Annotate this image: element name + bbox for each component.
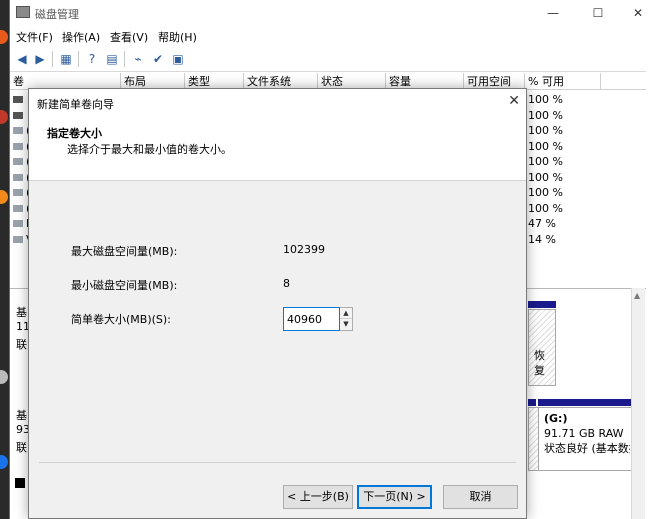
check-icon[interactable]: ✔: [150, 51, 166, 67]
max-size-label: 最大磁盘空间量(MB):: [71, 245, 178, 258]
volume-percent-free: 100 %: [528, 93, 563, 106]
disk-label: 基: [16, 306, 27, 319]
desktop-strip: [0, 0, 9, 519]
toolbar-separator: [78, 51, 79, 67]
volume-percent-free: 47 %: [528, 217, 556, 230]
volume-percent-free: 100 %: [528, 201, 563, 215]
partition-bar: [528, 399, 536, 406]
window-titlebar: 磁盘管理 — ☐ ✕: [10, 0, 660, 26]
toolbar-separator: [52, 51, 53, 67]
volume-icon: [13, 220, 23, 227]
menu-file[interactable]: 文件(F): [16, 29, 53, 45]
min-size-label: 最小磁盘空间量(MB):: [71, 279, 178, 292]
menu-bar: 文件(F) 操作(A) 查看(V) 帮助(H): [10, 26, 660, 46]
volume-size-input[interactable]: [283, 307, 340, 331]
toolbar: ◀ ▶ ▦ ? ▤ ⌁ ✔ ▣: [10, 46, 660, 72]
col-percent-free[interactable]: % 可用: [525, 73, 601, 90]
disk-label: 基: [16, 409, 27, 422]
partition-g[interactable]: (G:) 91.71 GB RAW 状态良好 (基本数据: [538, 407, 636, 471]
volume-size-label: 简单卷大小(MB)(S):: [71, 313, 171, 326]
volume-percent-free: 100 %: [528, 186, 563, 199]
taskbar-app-icon[interactable]: [0, 455, 8, 469]
disk-management-app-icon: [16, 6, 30, 18]
volume-percent-free: 100 %: [528, 124, 563, 137]
volume-percent-free: 100 %: [528, 139, 563, 153]
volume-icon: [13, 204, 23, 212]
properties-icon[interactable]: ▦: [58, 51, 74, 67]
dialog-titlebar: 新建简单卷向导 ✕: [29, 89, 526, 115]
volume-percent-free: 100 %: [528, 155, 563, 168]
partition-bar: [528, 301, 556, 308]
connect-icon[interactable]: ⌁: [130, 51, 146, 67]
menu-help[interactable]: 帮助(H): [158, 29, 197, 45]
volume-icon: [13, 158, 23, 165]
minimize-button[interactable]: —: [530, 0, 576, 26]
decrement-icon[interactable]: ▼: [340, 319, 352, 330]
toolbar-separator: [124, 51, 125, 67]
taskbar-app-icon[interactable]: [0, 110, 8, 124]
volume-percent-free: 14 %: [528, 232, 556, 246]
partition-label: 恢复: [534, 349, 545, 377]
increment-icon[interactable]: ▲: [340, 308, 352, 319]
taskbar-app-icon[interactable]: [0, 30, 8, 44]
dialog-close-button[interactable]: ✕: [508, 93, 520, 109]
menu-view[interactable]: 查看(V): [110, 29, 148, 45]
window-right-edge: [646, 0, 660, 519]
volume-icon: [13, 173, 23, 181]
volume-percent-free: 100 %: [528, 170, 563, 184]
volume-icon: [13, 127, 23, 134]
disk-list-icon[interactable]: ▤: [104, 51, 120, 67]
volume-icon: [13, 189, 23, 196]
partition-status: 状态良好 (基本数据: [544, 442, 630, 455]
recovery-partition[interactable]: 恢复: [528, 309, 556, 386]
dialog-divider: [39, 462, 516, 463]
partition-bar: [538, 399, 636, 406]
partition-name: (G:): [544, 412, 568, 425]
help-icon[interactable]: ?: [84, 51, 100, 67]
back-button[interactable]: < 上一步(B): [283, 485, 353, 509]
forward-icon[interactable]: ▶: [32, 51, 48, 67]
menu-action[interactable]: 操作(A): [62, 29, 100, 45]
dialog-header: 指定卷大小 选择介于最大和最小值的卷大小。: [29, 115, 526, 181]
volume-size-stepper: ▲ ▼: [283, 307, 353, 331]
volume-percent-free: 100 %: [528, 108, 563, 122]
volume-icon: [13, 111, 23, 119]
volume-icon: [13, 96, 23, 103]
dialog-title: 新建简单卷向导: [37, 98, 114, 111]
back-icon[interactable]: ◀: [14, 51, 30, 67]
settings-icon[interactable]: ▣: [170, 51, 186, 67]
dialog-heading: 指定卷大小: [47, 127, 102, 140]
taskbar-app-icon[interactable]: [0, 190, 8, 204]
stepper-buttons: ▲ ▼: [340, 307, 353, 331]
cancel-button[interactable]: 取消: [443, 485, 518, 509]
max-size-value: 102399: [283, 243, 325, 256]
partition-size: 91.71 GB RAW: [544, 427, 624, 440]
next-button[interactable]: 下一页(N) >: [357, 485, 432, 509]
scroll-up-icon[interactable]: ▲: [634, 291, 640, 300]
new-simple-volume-wizard: 新建简单卷向导 ✕ 指定卷大小 选择介于最大和最小值的卷大小。 最大磁盘空间量(…: [28, 88, 527, 519]
volume-icon: [13, 142, 23, 150]
lower-pane-scrollbar[interactable]: ▲: [631, 288, 645, 519]
min-size-value: 8: [283, 277, 290, 290]
window-title: 磁盘管理: [35, 8, 79, 21]
disk-status: 联: [16, 441, 27, 454]
legend-swatch: [15, 478, 25, 488]
dialog-subheading: 选择介于最大和最小值的卷大小。: [67, 143, 232, 156]
volume-icon: [13, 235, 23, 243]
disk-status: 联: [16, 338, 27, 351]
taskbar-app-icon[interactable]: [0, 370, 8, 384]
